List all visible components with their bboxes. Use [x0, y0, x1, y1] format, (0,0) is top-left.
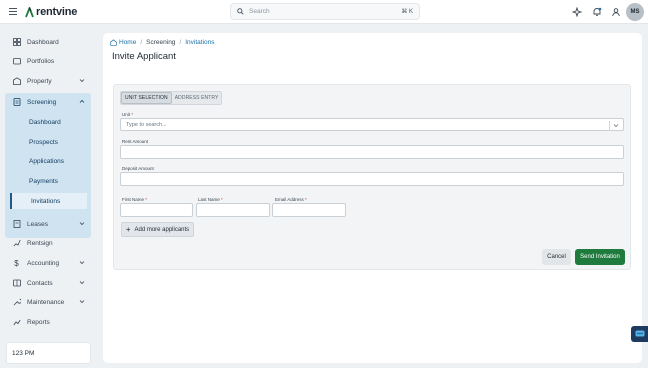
sidebar-subitem-dashboard[interactable]: Dashboard: [25, 114, 87, 130]
required-marker: *: [221, 197, 223, 202]
contacts-icon: [12, 279, 21, 288]
chevron-up-icon: [79, 99, 85, 103]
first-name-input[interactable]: [120, 203, 193, 217]
sidebar-item-label: Reports: [27, 318, 50, 326]
plus-icon: +: [125, 224, 131, 234]
search-shortcut: ⌘ K: [401, 9, 413, 15]
sidebar-item-label: Dashboard: [27, 38, 59, 46]
wrench-icon: [12, 298, 21, 307]
deposit-label: Deposit Amount: [122, 166, 154, 171]
property-icon: [12, 77, 21, 86]
leases-icon: [12, 220, 21, 229]
search-icon: [237, 8, 244, 15]
sidebar-subitem-prospects[interactable]: Prospects: [25, 134, 87, 150]
sidebar: Dashboard Portfolios Property Screening …: [0, 25, 102, 368]
add-applicants-button[interactable]: + Add more applicants: [121, 222, 194, 237]
sidebar-item-label: Property: [27, 77, 52, 85]
tab-address-entry[interactable]: ADDRESS ENTRY: [172, 92, 222, 104]
rent-label: Rent Amount: [122, 139, 149, 144]
email-input[interactable]: [272, 203, 346, 217]
main-panel: Home / Screening / Invitations Invite Ap…: [103, 33, 642, 363]
sidebar-item-reports[interactable]: Reports: [5, 314, 91, 330]
rent-amount-input[interactable]: [120, 145, 624, 159]
cancel-button[interactable]: Cancel: [542, 249, 571, 265]
breadcrumb: Home / Screening / Invitations: [110, 39, 215, 46]
search-input[interactable]: Search ⌘ K: [230, 3, 420, 20]
deposit-amount-input[interactable]: [120, 172, 624, 186]
add-applicants-label: Add more applicants: [134, 226, 190, 233]
breadcrumb-screening[interactable]: Screening: [146, 39, 175, 46]
unit-mode-toggle: UNIT SELECTION ADDRESS ENTRY: [120, 91, 223, 105]
invite-form-card: UNIT SELECTION ADDRESS ENTRY Unit * Type…: [113, 84, 631, 270]
chevron-down-icon: [79, 300, 85, 304]
unit-select[interactable]: Type to search...: [120, 118, 624, 131]
tab-unit-selection[interactable]: UNIT SELECTION: [121, 92, 172, 104]
unit-label-text: Unit: [122, 112, 131, 117]
screening-icon: [12, 98, 21, 107]
sidebar-item-maintenance[interactable]: Maintenance: [5, 294, 91, 310]
email-label-text: Email Address: [275, 197, 304, 202]
search-placeholder: Search: [249, 8, 270, 15]
ai-sparkle-icon[interactable]: [571, 6, 583, 18]
last-name-label-text: Last Name: [198, 197, 220, 202]
sidebar-item-label: Accounting: [27, 259, 60, 267]
dashboard-icon: [12, 38, 21, 47]
avatar[interactable]: MS: [626, 3, 644, 21]
sidebar-item-label: Leases: [27, 220, 48, 228]
rentsign-icon: [12, 239, 21, 248]
sidebar-item-portfolios[interactable]: Portfolios: [5, 53, 91, 69]
portfolio-icon: [12, 57, 21, 66]
last-name-label: Last Name *: [198, 197, 223, 202]
sidebar-item-label: Portfolios: [27, 57, 55, 65]
home-icon: [110, 39, 117, 46]
required-marker: *: [131, 112, 134, 117]
sidebar-item-screening[interactable]: Screening: [5, 94, 91, 110]
sidebar-subitem-invitations[interactable]: Invitations: [10, 193, 87, 209]
send-invitation-button[interactable]: Send Invitation: [575, 249, 625, 265]
chevron-down-icon: [79, 281, 85, 285]
sidebar-subitem-payments[interactable]: Payments: [25, 173, 87, 189]
sidebar-item-rentsign[interactable]: Rentsign: [5, 235, 91, 251]
sidebar-item-accounting[interactable]: $ Accounting: [5, 255, 91, 271]
required-marker: *: [305, 197, 307, 202]
chevron-down-icon[interactable]: [613, 123, 619, 128]
first-name-label: First Name *: [122, 197, 147, 202]
menu-icon[interactable]: [9, 8, 17, 15]
breadcrumb-separator: /: [140, 39, 143, 46]
notification-bell-icon[interactable]: [591, 6, 603, 18]
unit-placeholder: Type to search...: [126, 122, 167, 128]
sidebar-item-label: Contacts: [27, 279, 53, 287]
sidebar-item-leases[interactable]: Leases: [5, 216, 91, 232]
chevron-down-icon: [79, 79, 85, 83]
reports-icon: [12, 318, 21, 327]
page-title: Invite Applicant: [112, 51, 176, 62]
sidebar-item-contacts[interactable]: Contacts: [5, 275, 91, 291]
last-name-input[interactable]: [196, 203, 270, 217]
sidebar-item-label: Maintenance: [27, 298, 65, 306]
breadcrumb-current[interactable]: Invitations: [185, 39, 214, 46]
sidebar-item-dashboard[interactable]: Dashboard: [5, 34, 91, 50]
top-bar: rentvine Search ⌘ K MS: [0, 0, 648, 24]
select-divider: [609, 121, 610, 130]
sidebar-item-property[interactable]: Property: [5, 73, 91, 89]
required-marker: *: [145, 197, 148, 202]
brand-name: rentvine: [36, 6, 78, 18]
clock-widget: 123 PM: [6, 342, 91, 364]
rentvine-logo-icon: [25, 6, 34, 17]
chevron-down-icon: [79, 222, 85, 226]
user-icon[interactable]: [610, 6, 622, 18]
email-label: Email Address *: [275, 197, 307, 202]
chevron-down-icon: [79, 261, 85, 265]
breadcrumb-separator: /: [179, 39, 182, 46]
sidebar-item-label: Screening: [27, 98, 57, 106]
chat-widget-icon[interactable]: [631, 326, 648, 342]
brand-logo[interactable]: rentvine: [25, 5, 77, 19]
sidebar-item-label: Rentsign: [27, 239, 53, 247]
sidebar-subitem-applications[interactable]: Applications: [25, 153, 87, 169]
unit-label: Unit *: [122, 112, 133, 117]
first-name-label-text: First Name: [122, 197, 145, 202]
breadcrumb-home[interactable]: Home: [119, 39, 136, 46]
dollar-icon: $: [14, 258, 19, 268]
